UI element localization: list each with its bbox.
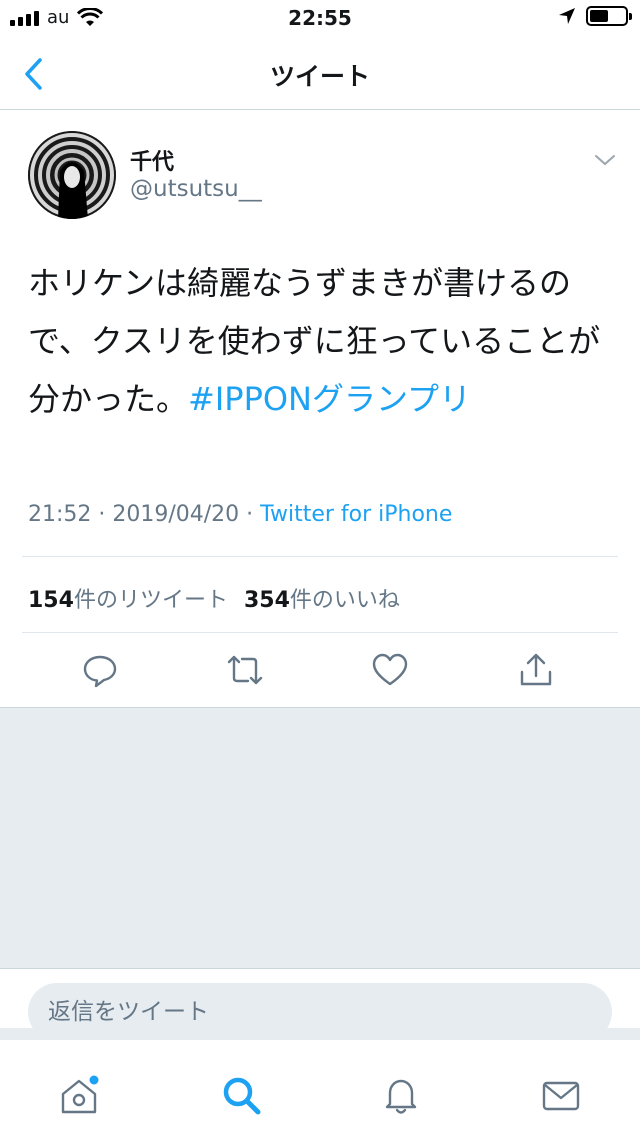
status-bar: au 22:55 [0, 0, 640, 36]
divider [22, 556, 618, 557]
display-name[interactable]: 千代 [130, 144, 174, 176]
tweet-actions [0, 648, 640, 692]
nav-header: ツイート [0, 36, 640, 110]
tweet-meta: 21:52 · 2019/04/20 · Twitter for iPhone [28, 502, 452, 527]
retweet-button[interactable] [226, 652, 263, 688]
battery-icon [586, 6, 632, 26]
avatar-image [28, 131, 116, 219]
retweet-icon [227, 655, 263, 685]
reply-button[interactable] [82, 652, 118, 688]
retweet-count[interactable]: 154件のリツイート [28, 582, 228, 614]
status-right [558, 6, 632, 26]
page-title: ツイート [269, 62, 370, 91]
tweet-text: ホリケンは綺麗なうずまきが書けるので、クスリを使わずに狂っていることが分かった。… [28, 254, 618, 428]
reply-input[interactable] [28, 983, 612, 1041]
tab-notifications[interactable] [380, 1074, 422, 1116]
tweet-menu-button[interactable] [593, 150, 617, 170]
chevron-down-icon [595, 155, 615, 166]
retweet-count-number: 154 [28, 588, 74, 613]
user-handle[interactable]: @utsutsu__ [130, 176, 262, 202]
comment-icon [83, 655, 117, 688]
share-icon [520, 653, 552, 686]
tab-search[interactable] [220, 1074, 262, 1116]
home-icon [61, 1075, 99, 1114]
avatar[interactable] [28, 131, 116, 219]
mail-icon [542, 1081, 580, 1111]
tab-home[interactable] [58, 1074, 100, 1116]
tweet-source-link[interactable]: Twitter for iPhone [260, 502, 452, 527]
bell-icon [385, 1079, 417, 1114]
status-time: 22:55 [288, 6, 352, 30]
engagement-counts: 154件のリツイート 354件のいいね [28, 582, 400, 614]
tab-messages[interactable] [540, 1074, 582, 1116]
hashtag-link[interactable]: #IPPONグランプリ [188, 380, 471, 418]
tweet-card: 千代 @utsutsu__ ホリケンは綺麗なうずまきが書けるので、クスリを使わず… [0, 110, 640, 708]
search-icon [223, 1077, 261, 1115]
divider [22, 632, 618, 633]
retweet-count-label: 件のリツイート [73, 588, 228, 613]
tweet-timestamp: 21:52 · 2019/04/20 · [28, 502, 261, 527]
heart-icon [372, 653, 408, 686]
like-count-number: 354 [243, 588, 290, 613]
location-arrow-icon [559, 8, 575, 24]
like-count[interactable]: 354件のいいね [244, 582, 400, 614]
like-button[interactable] [372, 652, 408, 688]
share-button[interactable] [518, 652, 554, 688]
reply-bar [0, 968, 640, 1041]
tab-bar [0, 1040, 640, 1138]
like-count-label: 件のいいね [289, 588, 400, 613]
